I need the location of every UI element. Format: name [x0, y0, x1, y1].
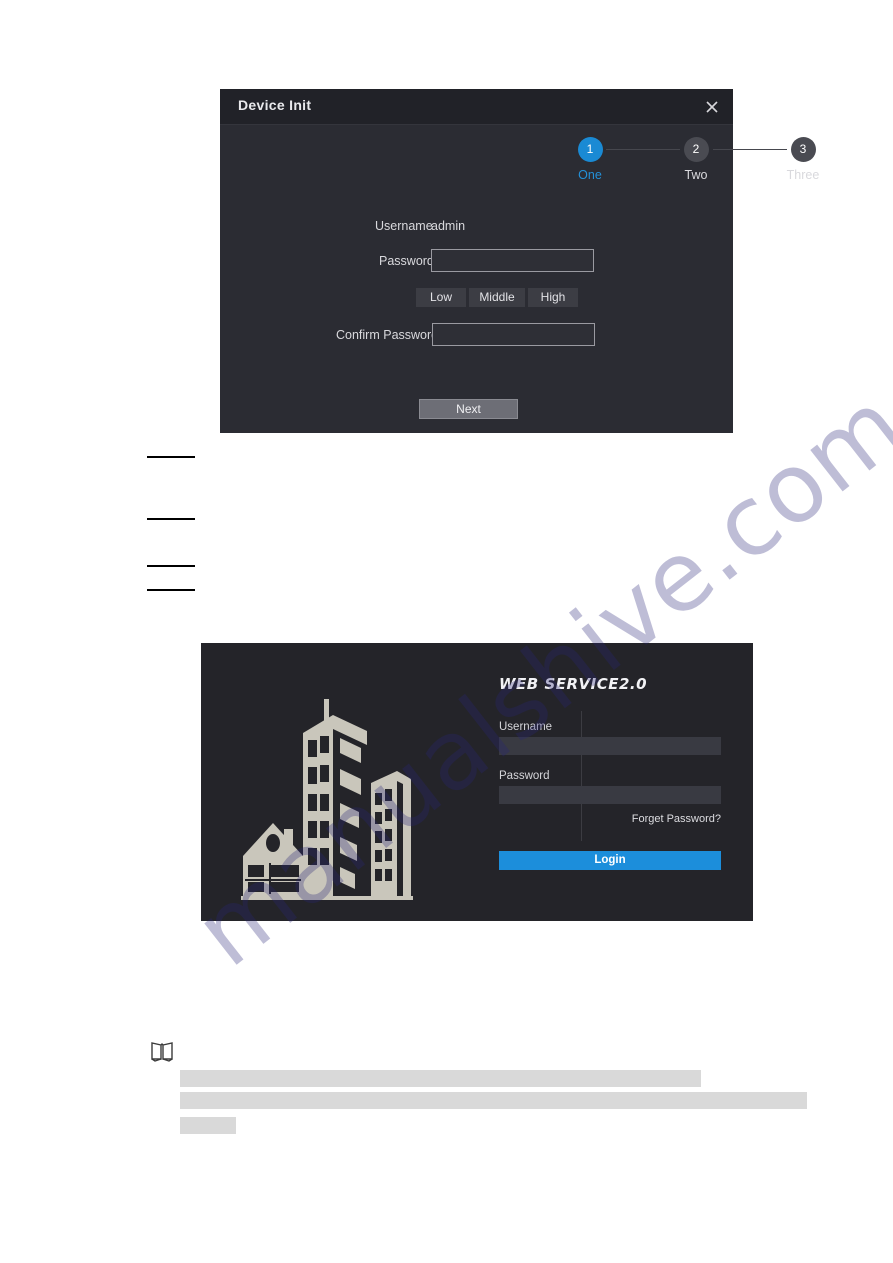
login-username-input[interactable] — [499, 737, 721, 755]
forget-password-link[interactable]: Forget Password? — [499, 813, 721, 825]
username-value: admin — [431, 219, 466, 233]
step-three-label: Three — [786, 168, 820, 182]
body-rule-3 — [147, 565, 195, 567]
confirm-password-input[interactable] — [432, 323, 595, 346]
body-rule-2 — [147, 518, 195, 520]
step-two-number: 2 — [683, 137, 709, 162]
web-service-logo: WEB SERVICE2.0 — [499, 675, 648, 693]
step-three[interactable]: 3 Three — [768, 137, 838, 182]
step-two[interactable]: 2 Two — [661, 137, 731, 182]
body-rule-4 — [147, 589, 195, 591]
username-row: Username admin — [220, 217, 733, 239]
username-label: Username — [375, 219, 433, 233]
close-icon[interactable] — [701, 96, 723, 118]
step-two-label: Two — [684, 168, 708, 182]
login-form: WEB SERVICE2.0 Username Password Forget … — [499, 675, 729, 870]
step-three-number: 3 — [790, 137, 816, 162]
strength-middle-button[interactable]: Middle — [469, 288, 525, 307]
dialog-title: Device Init — [238, 97, 312, 113]
step-one[interactable]: 1 One — [555, 137, 625, 182]
next-button[interactable]: Next — [419, 399, 518, 419]
strength-low-button[interactable]: Low — [416, 288, 466, 307]
redacted-line-1 — [180, 1070, 701, 1087]
confirm-password-label: Confirm Password — [336, 328, 439, 342]
step-one-number: 1 — [577, 137, 603, 162]
password-row: Password — [220, 249, 733, 274]
step-indicator: 1 One 2 Two 3 Three — [220, 137, 819, 195]
login-password-label: Password — [499, 770, 550, 782]
step-one-label: One — [578, 168, 602, 182]
login-page: WEB SERVICE2.0 Username Password Forget … — [201, 643, 753, 921]
city-buildings-illustration — [221, 653, 481, 911]
open-book-icon — [149, 1040, 175, 1064]
confirm-password-row: Confirm Password — [220, 323, 733, 348]
password-input[interactable] — [431, 249, 594, 272]
redacted-line-3 — [180, 1117, 236, 1134]
login-button[interactable]: Login — [499, 851, 721, 870]
strength-high-button[interactable]: High — [528, 288, 578, 307]
redacted-line-2 — [180, 1092, 807, 1109]
dialog-titlebar: Device Init — [220, 89, 733, 125]
login-password-input[interactable] — [499, 786, 721, 804]
password-label: Password — [379, 254, 434, 268]
body-rule-1 — [147, 456, 195, 458]
login-username-label: Username — [499, 721, 553, 733]
device-init-dialog: Device Init 1 One 2 Two 3 Three Username… — [220, 89, 819, 433]
password-strength-group: Low Middle High — [416, 288, 578, 307]
